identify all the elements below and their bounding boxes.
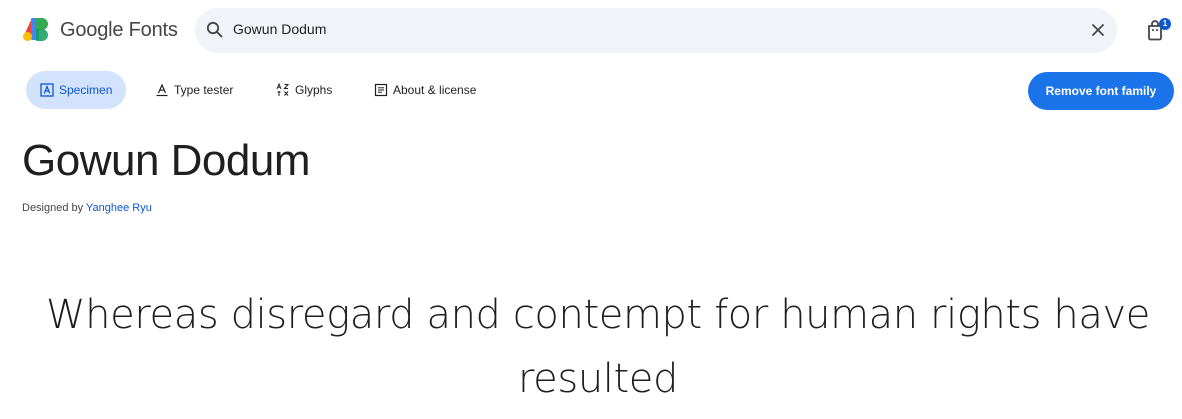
brand-name: Google Fonts [60, 18, 178, 41]
article-icon [374, 83, 388, 97]
tab-about-license-label: About & license [393, 83, 477, 97]
google-fonts-logo[interactable]: Google Fonts [23, 18, 178, 42]
google-fonts-logo-icon [23, 18, 49, 42]
designer-credit: Designed by Yanghee Ryu [22, 202, 152, 214]
tab-glyphs[interactable]: Glyphs [276, 71, 332, 109]
font-page-tabs: Specimen Type tester Glyphs About & lice… [0, 71, 1182, 111]
search-bar[interactable]: Gowun Dodum [195, 8, 1117, 53]
cart-button[interactable]: 1 [1143, 17, 1171, 43]
tab-specimen[interactable]: Specimen [26, 71, 126, 109]
page-title: Gowun Dodum [22, 136, 310, 185]
tab-about-license[interactable]: About & license [374, 71, 476, 109]
tab-type-tester[interactable]: Type tester [155, 71, 233, 109]
remove-font-family-button[interactable]: Remove font family [1028, 72, 1174, 110]
search-icon [205, 20, 225, 40]
type-tester-icon [155, 83, 169, 97]
specimen-icon [40, 83, 54, 97]
tab-type-tester-label: Type tester [174, 83, 234, 97]
glyphs-icon [276, 82, 290, 97]
search-input[interactable]: Gowun Dodum [233, 21, 326, 37]
specimen-sample-text: Whereas disregard and contempt for human… [46, 292, 1150, 402]
designed-by-label: Designed by [22, 202, 84, 214]
top-app-bar: Google Fonts Gowun Dodum 1 [0, 0, 1182, 62]
close-icon[interactable] [1088, 20, 1108, 40]
cart-count-badge: 1 [1159, 18, 1171, 30]
tab-specimen-label: Specimen [59, 83, 113, 97]
designer-link[interactable]: Yanghee Ryu [86, 202, 152, 214]
tab-glyphs-label: Glyphs [295, 83, 333, 97]
